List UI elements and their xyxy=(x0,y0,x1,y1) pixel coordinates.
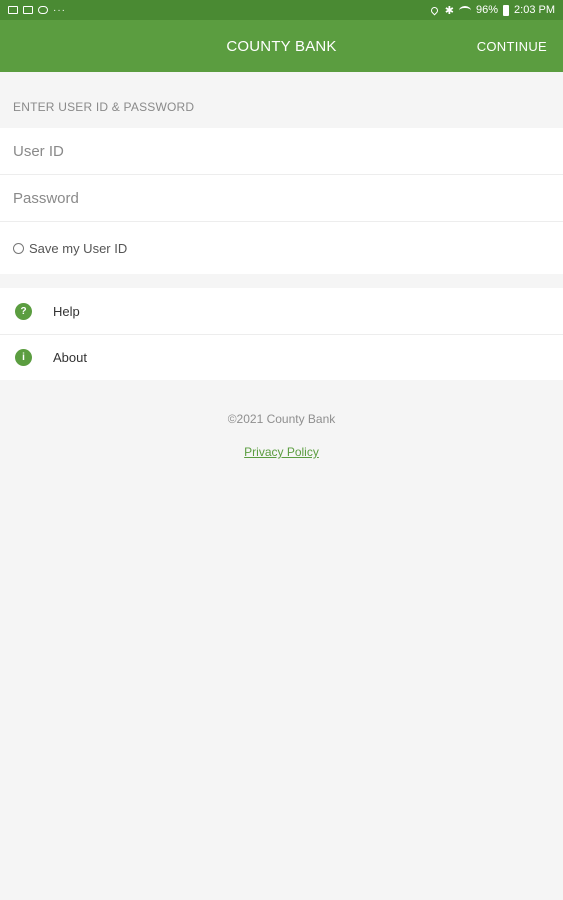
wifi-icon xyxy=(459,5,471,15)
copyright-text: ©2021 County Bank xyxy=(227,412,336,426)
status-left-icons: ··· xyxy=(8,5,66,16)
save-user-id-radio[interactable] xyxy=(13,242,24,254)
menu-list: ? Help i About xyxy=(0,288,563,380)
login-form: Save my User ID xyxy=(0,128,563,274)
status-right-icons: ✱ 96% 2:03 PM xyxy=(429,4,555,17)
more-notifications-icon: ··· xyxy=(53,4,66,16)
battery-icon xyxy=(503,4,510,16)
battery-percent: 96% xyxy=(476,4,499,16)
help-icon: ? xyxy=(15,302,32,320)
gallery-icon xyxy=(8,6,18,14)
privacy-policy-row: Privacy Policy xyxy=(0,443,563,461)
password-input[interactable] xyxy=(13,189,533,207)
menu-item-about[interactable]: i About xyxy=(0,334,563,380)
cloud-icon xyxy=(38,6,48,14)
app-header: COUNTY BANK CONTINUE xyxy=(0,20,563,72)
user-id-row xyxy=(0,128,563,175)
info-icon: i xyxy=(15,349,32,366)
bluetooth-icon: ✱ xyxy=(444,4,454,17)
menu-item-label: About xyxy=(53,350,87,365)
app-title: COUNTY BANK xyxy=(226,37,337,55)
user-id-input[interactable] xyxy=(13,142,533,160)
menu-item-help[interactable]: ? Help xyxy=(0,288,563,334)
location-icon xyxy=(429,5,440,15)
save-user-id-label: Save my User ID xyxy=(29,240,128,256)
save-user-id-option[interactable]: Save my User ID xyxy=(0,222,563,274)
login-section-label: ENTER USER ID & PASSWORD xyxy=(13,100,195,114)
privacy-policy-link[interactable]: Privacy Policy xyxy=(244,445,319,459)
status-time: 2:03 PM xyxy=(514,4,555,16)
continue-button[interactable]: CONTINUE xyxy=(477,20,547,72)
password-row xyxy=(0,175,563,222)
menu-item-label: Help xyxy=(53,303,80,319)
status-bar: ··· ✱ 96% 2:03 PM xyxy=(0,0,563,20)
image-icon xyxy=(23,6,33,14)
